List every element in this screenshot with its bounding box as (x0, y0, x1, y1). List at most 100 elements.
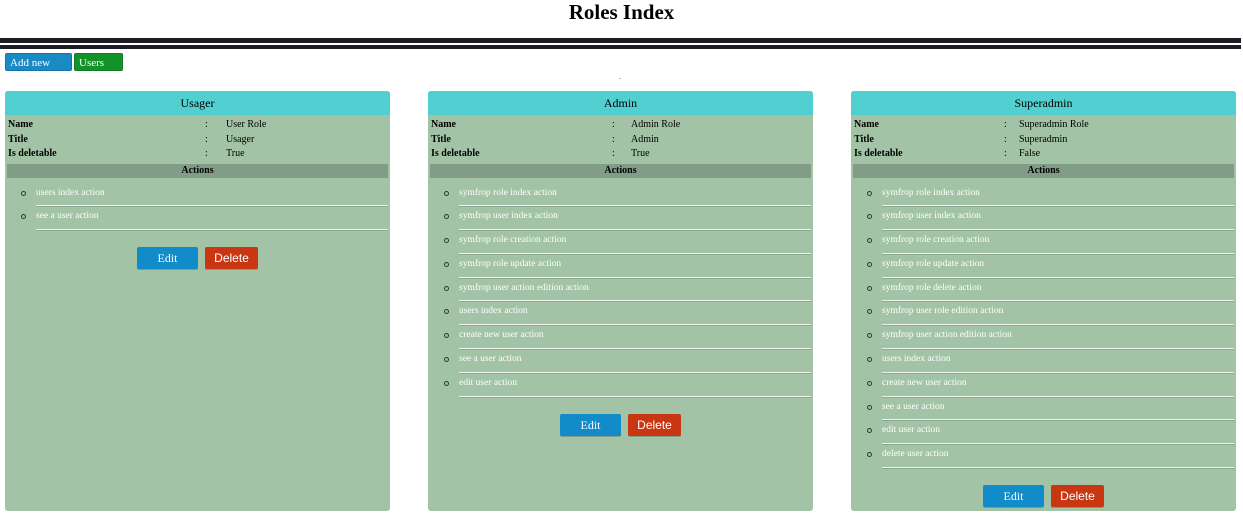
action-link[interactable]: edit user action (459, 374, 811, 390)
action-underline (459, 229, 811, 231)
action-underline (882, 371, 1234, 373)
action-underline (882, 252, 1234, 254)
role-card-header: Superadmin (851, 91, 1236, 115)
role-info-row-title: Title: Usager (8, 133, 387, 148)
bullet-icon (867, 428, 872, 434)
users-list-button[interactable]: Users list (74, 53, 123, 87)
action-list-item: symfrop user index action (444, 207, 811, 231)
actions-list: symfrop role index action symfrop user in… (851, 184, 1236, 470)
role-info-value: Usager (226, 133, 255, 145)
action-link[interactable]: symfrop role delete action (882, 279, 1234, 295)
action-link[interactable]: symfrop role index action (459, 184, 811, 200)
action-underline (882, 467, 1234, 469)
action-link[interactable]: see a user action (36, 207, 388, 223)
role-card: Usager Name: User Role Title: Usager Is delet… (5, 91, 390, 511)
bullet-icon (444, 261, 449, 267)
role-info-label: Title (854, 133, 874, 145)
delete-role-button[interactable]: Delete (205, 247, 258, 270)
bullet-icon (867, 404, 872, 410)
bullet-icon (867, 238, 872, 244)
role-info-separator: : (1004, 133, 1007, 145)
action-underline (882, 395, 1234, 397)
edit-role-button[interactable]: Edit (137, 247, 198, 270)
role-info-label: Is deletable (8, 148, 57, 159)
role-info-label: Name (431, 119, 456, 130)
role-info-separator: : (205, 119, 208, 130)
action-link[interactable]: symfrop role creation action (882, 231, 1234, 247)
action-link[interactable]: create new user action (882, 374, 1234, 390)
bullet-icon (867, 309, 872, 315)
action-list-item: edit user action (867, 421, 1234, 445)
add-new-role-button[interactable]: Add new role (5, 53, 72, 87)
action-underline (882, 419, 1234, 421)
bullet-icon (444, 190, 449, 196)
action-link[interactable]: symfrop user action edition action (882, 326, 1234, 342)
bullet-icon (444, 333, 449, 339)
flash-message-dot: . (619, 72, 621, 81)
header-divider-bottom (0, 45, 1241, 49)
bullet-icon (444, 357, 449, 363)
action-underline (36, 229, 388, 231)
edit-role-button[interactable]: Edit (560, 413, 621, 436)
role-info-label: Is deletable (431, 148, 480, 159)
bullet-icon (867, 380, 872, 386)
action-link[interactable]: see a user action (882, 398, 1234, 414)
action-underline (882, 229, 1234, 231)
action-underline (459, 300, 811, 302)
actions-header: Actions (430, 163, 811, 178)
bullet-icon (867, 333, 872, 339)
action-underline (459, 205, 811, 207)
role-info-label: Is deletable (854, 148, 903, 159)
bullet-icon (867, 261, 872, 267)
action-link[interactable]: symfrop user index action (459, 207, 811, 223)
action-underline (882, 348, 1234, 350)
edit-role-button[interactable]: Edit (983, 485, 1044, 508)
action-link[interactable]: see a user action (459, 350, 811, 366)
action-underline (36, 205, 388, 207)
role-info-separator: : (1004, 148, 1007, 159)
action-link[interactable]: symfrop role update action (882, 255, 1234, 271)
action-list-item: create new user action (867, 374, 1234, 398)
action-list-item: symfrop role index action (867, 184, 1234, 208)
role-info-separator: : (612, 119, 615, 130)
role-info: Name: User Role Title: Usager Is deletable: T… (5, 115, 390, 162)
action-list-item: symfrop user action edition action (867, 326, 1234, 350)
action-underline (882, 300, 1234, 302)
action-link[interactable]: symfrop role update action (459, 255, 811, 271)
action-underline (459, 276, 811, 278)
bullet-icon (21, 214, 26, 220)
role-info-label: Title (8, 133, 28, 145)
bullet-icon (444, 309, 449, 315)
role-info-value: Superadmin (1019, 133, 1068, 145)
action-underline (459, 348, 811, 350)
role-info-separator: : (612, 133, 615, 145)
role-info: Name: Admin Role Title: Admin Is deletable: T… (428, 115, 813, 162)
action-link[interactable]: users index action (459, 302, 811, 318)
role-info-value: True (631, 148, 650, 159)
action-list-item: users index action (444, 302, 811, 326)
action-list-item: symfrop role update action (444, 255, 811, 279)
role-info-row-name: Name: Superadmin Role (854, 118, 1233, 133)
action-link[interactable]: symfrop user role edition action (882, 302, 1234, 318)
action-list-item: symfrop user index action (867, 207, 1234, 231)
action-link[interactable]: symfrop role index action (882, 184, 1234, 200)
role-info-row-name: Name: Admin Role (431, 118, 810, 133)
action-underline (459, 252, 811, 254)
action-link[interactable]: symfrop user index action (882, 207, 1234, 223)
delete-role-button[interactable]: Delete (628, 413, 681, 436)
role-info-label: Name (854, 119, 879, 130)
action-link[interactable]: users index action (36, 184, 388, 200)
action-link[interactable]: delete user action (882, 445, 1234, 461)
action-link[interactable]: edit user action (882, 421, 1234, 437)
role-info-value: False (1019, 148, 1041, 159)
action-link[interactable]: users index action (882, 350, 1234, 366)
role-card-buttons: Edit Delete (5, 247, 390, 277)
action-link[interactable]: symfrop role creation action (459, 231, 811, 247)
role-info-row-name: Name: User Role (8, 118, 387, 133)
role-info-row-is-deletable: Is deletable: True (431, 147, 810, 162)
delete-role-button[interactable]: Delete (1051, 485, 1104, 508)
action-link[interactable]: create new user action (459, 326, 811, 342)
action-link[interactable]: symfrop user action edition action (459, 279, 811, 295)
actions-header: Actions (853, 163, 1234, 178)
role-card-buttons: Edit Delete (428, 413, 813, 444)
